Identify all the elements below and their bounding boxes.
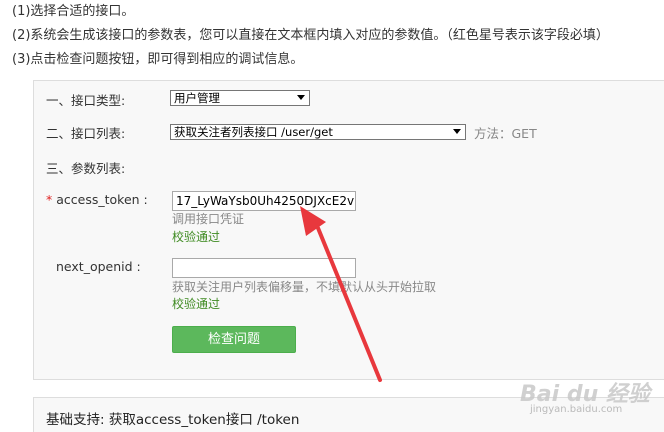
- interface-type-select[interactable]: 用户管理: [170, 90, 310, 106]
- interface-type-value: 用户管理: [174, 91, 220, 105]
- access-token-input[interactable]: 17_LyWaYsb0Uh4250DJXcE2v7C: [172, 191, 356, 211]
- next-openid-input[interactable]: [172, 258, 356, 278]
- method-text: 方法：GET: [474, 126, 537, 141]
- chevron-down-icon: [453, 129, 461, 134]
- watermark-sub: jingyan.baidu.com: [530, 404, 623, 415]
- params-label: 三、参数列表:: [46, 161, 126, 176]
- instruction-line-1: (1)选择合适的接口。: [12, 4, 135, 19]
- next-openid-hint: 获取关注用户列表偏移量，不填默认从头开始拉取: [172, 280, 437, 294]
- interface-list-value: 获取关注者列表接口 /user/get: [174, 125, 333, 139]
- interface-type-label: 一、接口类型:: [46, 93, 126, 108]
- access-token-label-text: access_token :: [56, 192, 148, 207]
- baidu-watermark: Bai du 经验 jingyan.baidu.com: [520, 376, 660, 416]
- next-openid-status: 校验通过: [172, 297, 221, 311]
- access-token-label: * access_token :: [46, 192, 148, 207]
- next-openid-label: next_openid :: [56, 259, 141, 274]
- check-problem-button[interactable]: 检查问题: [172, 326, 296, 353]
- required-star: *: [46, 192, 53, 207]
- instruction-line-2: (2)系统会生成该接口的参数表，您可以直接在文本框内填入对应的参数值。（红色星号…: [12, 28, 609, 43]
- access-token-hint: 调用接口凭证: [172, 212, 245, 226]
- chevron-down-icon: [297, 95, 305, 100]
- access-token-status: 校验通过: [172, 230, 221, 244]
- interface-list-select[interactable]: 获取关注者列表接口 /user/get: [170, 124, 466, 140]
- interface-list-label: 二、接口列表:: [46, 126, 126, 141]
- instruction-line-3: (3)点击检查问题按钮，即可得到相应的调试信息。: [12, 52, 304, 67]
- basic-support-title: 基础支持: 获取access_token接口 /token: [46, 412, 300, 428]
